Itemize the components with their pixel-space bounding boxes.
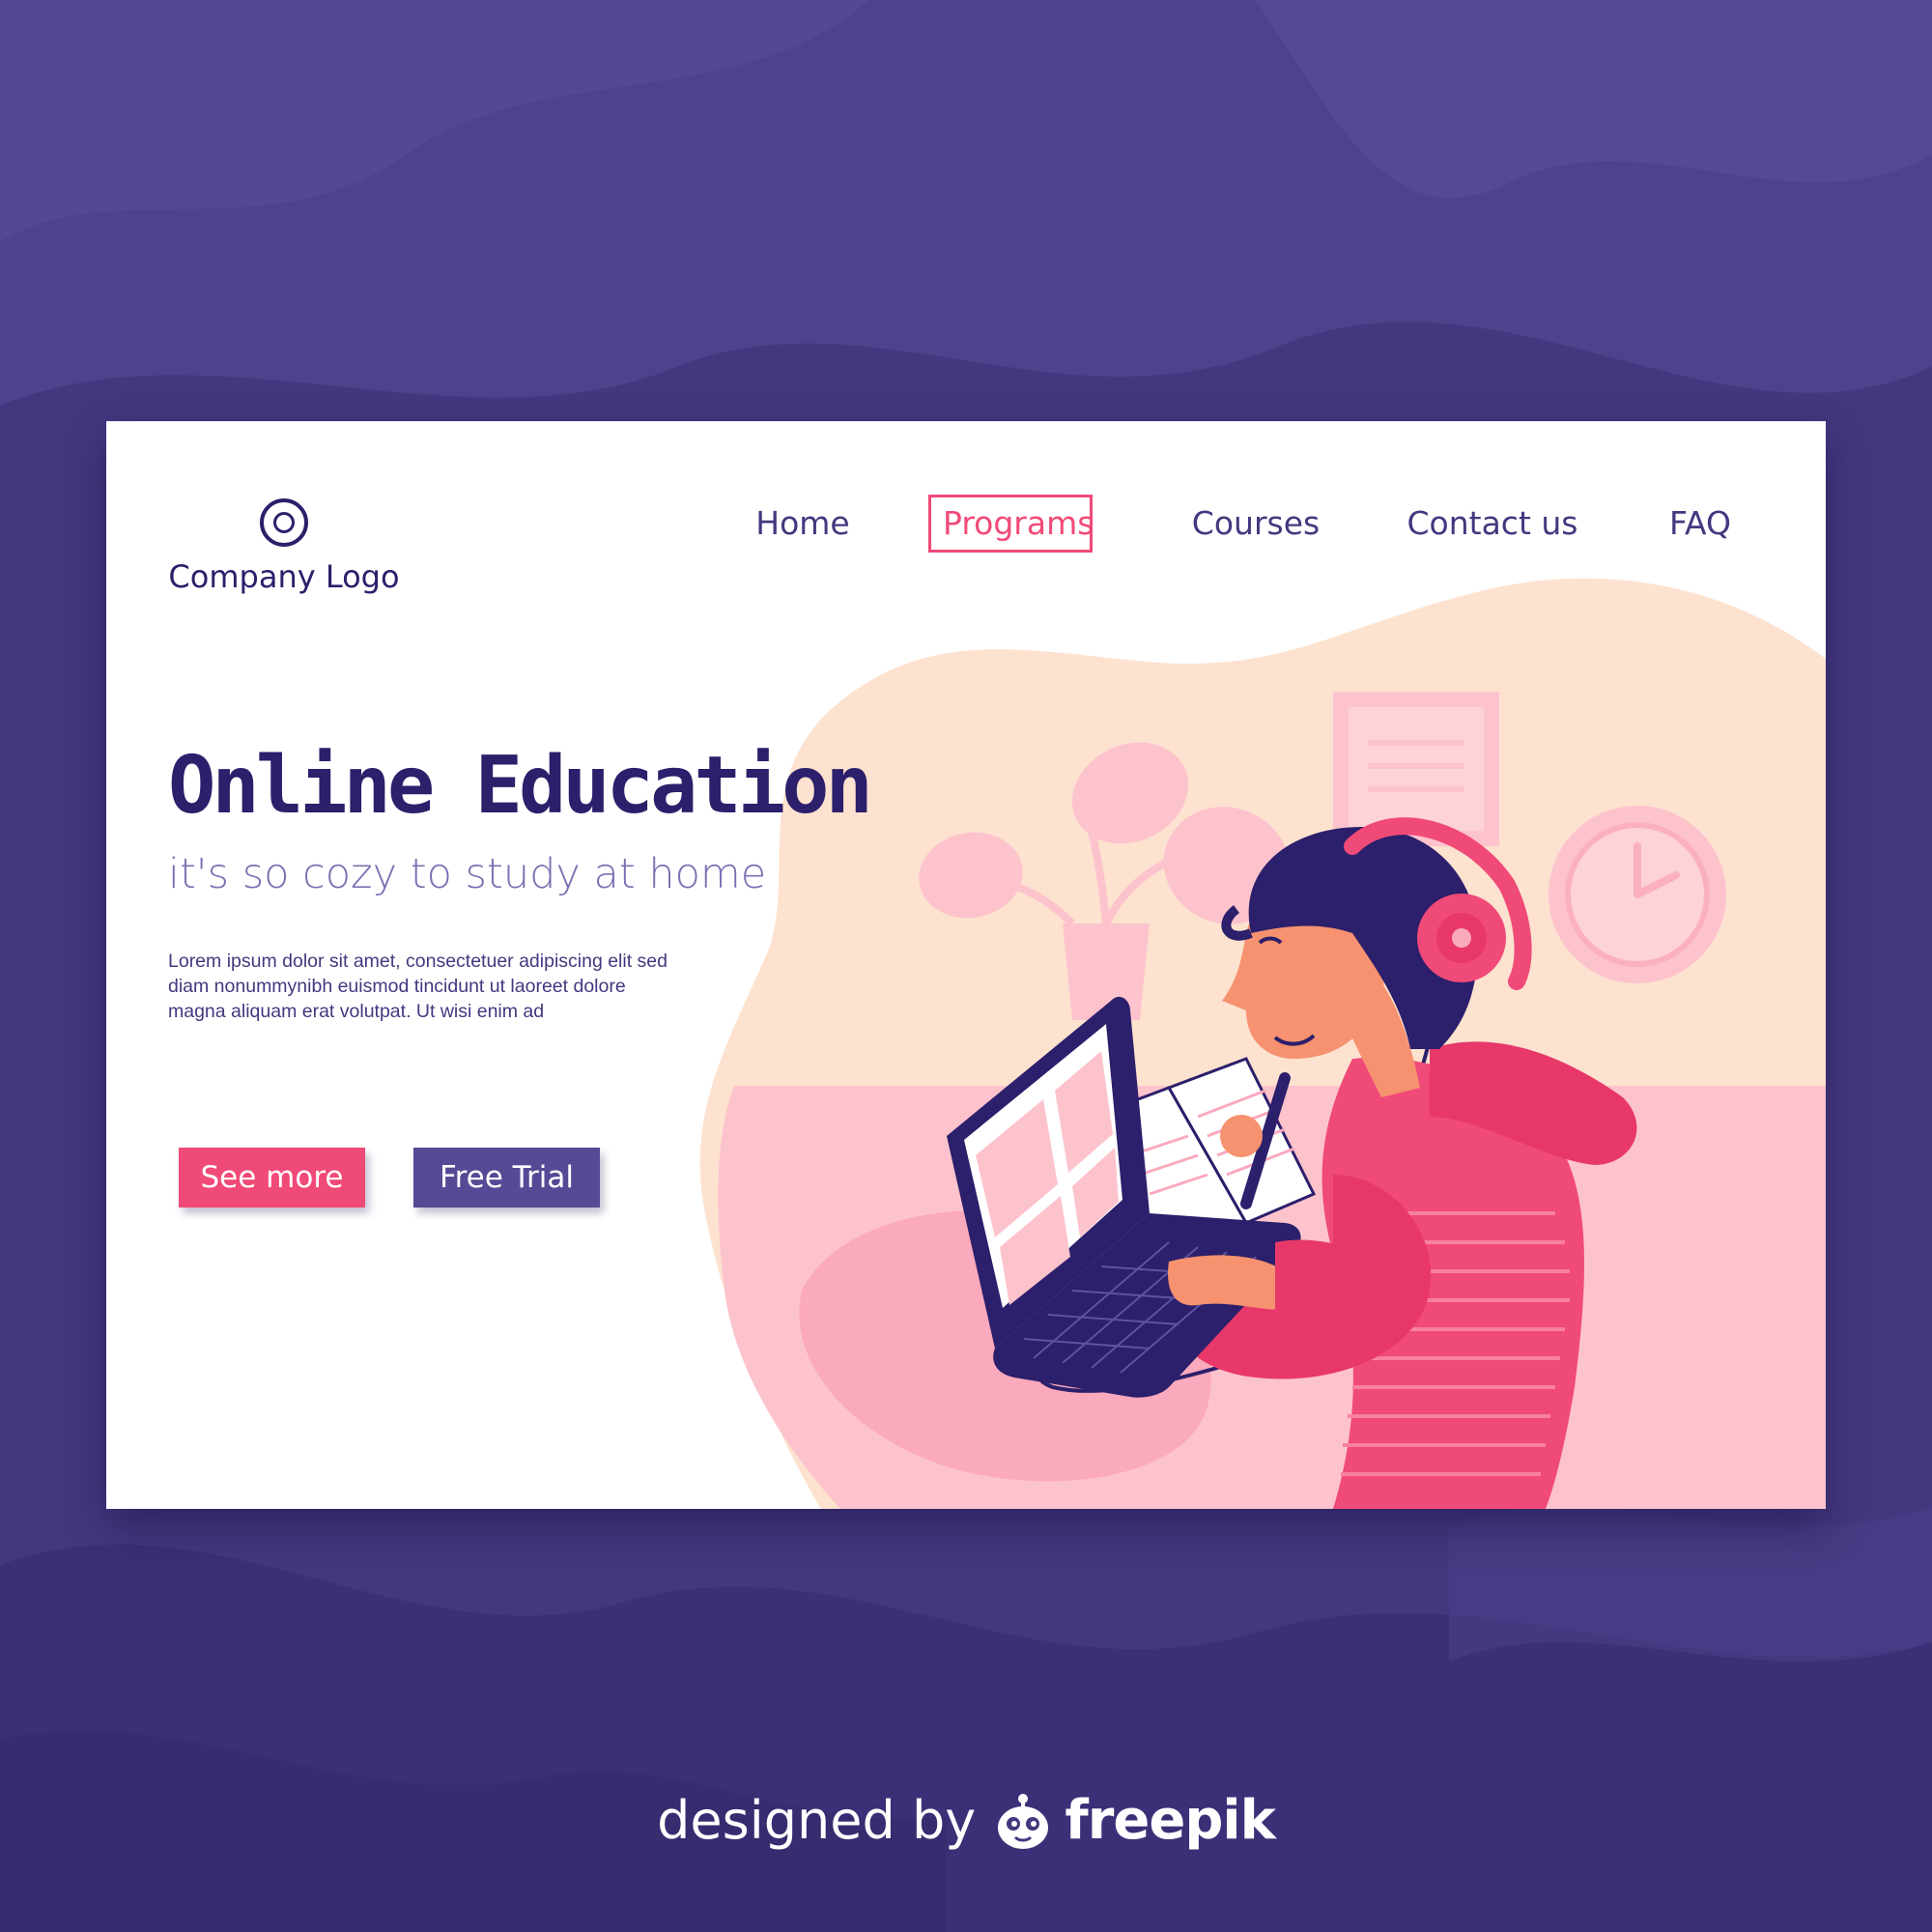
hero-title: Online Education — [168, 740, 873, 832]
see-more-button[interactable]: See more — [179, 1148, 365, 1208]
freepik-mascot-icon — [998, 1793, 1049, 1849]
hero-body: Lorem ipsum dolor sit amet, consectetuer… — [168, 950, 668, 1022]
nav-programs[interactable]: Programs — [928, 495, 1094, 553]
freepik-brand: freepik — [1065, 1789, 1275, 1852]
landing-page-card: Company Logo Home Programs Courses Conta… — [106, 421, 1826, 1509]
nav-faq[interactable]: FAQ — [1652, 495, 1748, 553]
free-trial-button[interactable]: Free Trial — [413, 1148, 600, 1208]
wall-clock-icon — [1548, 806, 1726, 983]
company-logo-text: Company Logo — [168, 558, 400, 595]
attribution-prefix: designed by — [657, 1790, 977, 1851]
nav-contact-us[interactable]: Contact us — [1396, 495, 1589, 553]
nav-home[interactable]: Home — [730, 495, 875, 553]
main-nav: Home Programs Courses Contact us FAQ — [106, 495, 1826, 558]
hero-subtitle: it's so cozy to study at home — [168, 850, 767, 898]
nav-courses[interactable]: Courses — [1179, 495, 1333, 553]
attribution: designed by freepik — [0, 1789, 1932, 1852]
